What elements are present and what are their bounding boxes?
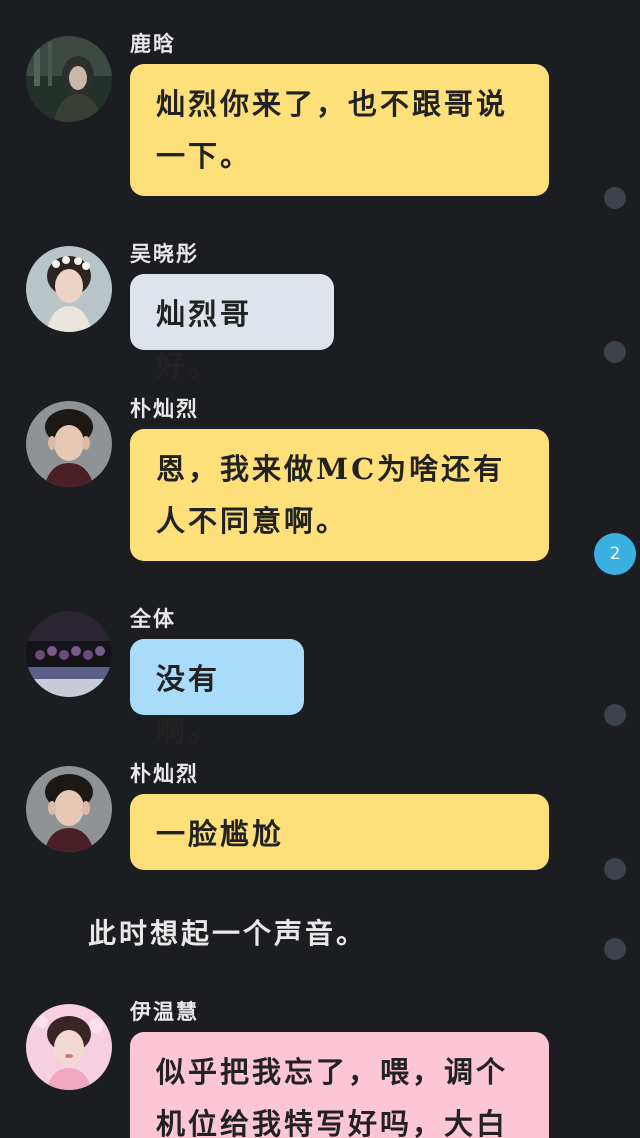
message-bubble[interactable]: 灿烈哥好。 <box>130 274 334 383</box>
sender-name: 鹿晗 <box>130 31 176 56</box>
unread-count-badge[interactable]: 2 <box>594 533 636 575</box>
sender-name: 朴灿烈 <box>130 761 199 786</box>
sender-name: 全体 <box>130 606 176 631</box>
message-item: 伊温慧 似乎把我忘了，喂，调个机位给我特写好吗，大白牙你 <box>0 998 640 1138</box>
message-item: 朴灿烈 恩，我来做MC为啥还有人不同意啊。 <box>0 395 640 570</box>
message-bubble[interactable]: 没有啊。 <box>130 639 304 748</box>
luhan-avatar-icon <box>26 36 112 122</box>
message-item: 吴晓彤 灿烈哥好。 <box>0 240 640 383</box>
group-avatar-icon <box>26 611 112 697</box>
message-item: 鹿晗 灿烈你来了，也不跟哥说一下。 <box>0 30 640 205</box>
unread-dot <box>604 704 626 726</box>
avatar-yiwenhui[interactable] <box>26 1004 112 1090</box>
message-bubble[interactable]: 灿烈你来了，也不跟哥说一下。 <box>130 64 549 196</box>
message-bubble[interactable]: 恩，我来做MC为啥还有人不同意啊。 <box>130 429 549 561</box>
sender-name: 吴晓彤 <box>130 241 199 266</box>
narration-text: 此时想起一个声音。 <box>88 917 368 950</box>
message-item: 朴灿烈 一脸尴尬 <box>0 760 640 880</box>
avatar-park-chanyeol[interactable] <box>26 401 112 487</box>
unread-dot <box>604 341 626 363</box>
park-chanyeol-avatar-icon <box>26 766 112 852</box>
avatar-wuxiaotong[interactable] <box>26 246 112 332</box>
avatar-group[interactable] <box>26 611 112 697</box>
yiwenhui-avatar-icon <box>26 1004 112 1090</box>
unread-dot <box>604 858 626 880</box>
avatar-park-chanyeol[interactable] <box>26 766 112 852</box>
sender-name: 伊温慧 <box>130 999 199 1024</box>
unread-dot <box>604 938 626 960</box>
message-bubble[interactable]: 似乎把我忘了，喂，调个机位给我特写好吗，大白牙你 <box>130 1032 549 1138</box>
park-chanyeol-avatar-icon <box>26 401 112 487</box>
wuxiaotong-avatar-icon <box>26 246 112 332</box>
sender-name: 朴灿烈 <box>130 396 199 421</box>
avatar-luhan[interactable] <box>26 36 112 122</box>
message-item: 全体 没有啊。 <box>0 605 640 748</box>
message-bubble[interactable]: 一脸尴尬 <box>130 794 549 870</box>
chat-screen: 鹿晗 灿烈你来了，也不跟哥说一下。 吴晓彤 灿烈哥好。 朴灿烈 恩，我来做MC为… <box>0 0 640 1138</box>
unread-dot <box>604 187 626 209</box>
